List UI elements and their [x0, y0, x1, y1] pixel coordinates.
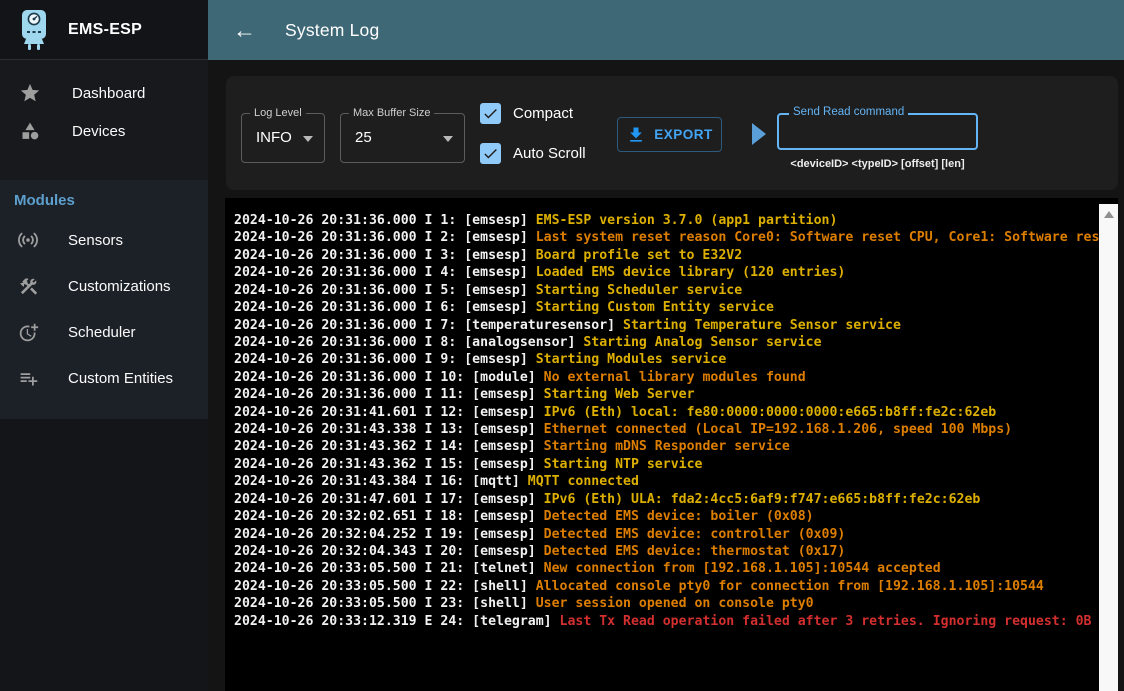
sidebar-nav-top: Dashboard Devices [0, 60, 208, 180]
log-line: 2024-10-26 20:31:43.384 I 16: [mqtt] MQT… [234, 473, 1118, 490]
sidebar-item-label: Scheduler [68, 324, 136, 341]
log-level-value: INFO [256, 129, 292, 146]
modules-section-title: Modules [0, 188, 208, 217]
compact-row: Compact [480, 103, 573, 124]
app-root: EMS-ESP Dashboard Devices Modules [0, 0, 1124, 691]
log-line: 2024-10-26 20:31:36.000 I 3: [emsesp] Bo… [234, 247, 1118, 264]
log-level-select[interactable]: Log Level INFO [241, 113, 325, 163]
send-read-helper: <deviceID> <typeID> [offset] [len] [771, 158, 984, 170]
sidebar-item-label: Dashboard [72, 85, 145, 102]
chevron-down-icon [303, 136, 313, 142]
star-icon [18, 82, 42, 104]
clock-plus-icon [15, 322, 41, 343]
app-title: EMS-ESP [68, 21, 142, 39]
log-line: 2024-10-26 20:32:04.343 I 20: [emsesp] D… [234, 543, 1118, 560]
log-line: 2024-10-26 20:31:43.362 I 15: [emsesp] S… [234, 456, 1118, 473]
log-line: 2024-10-26 20:31:47.601 I 17: [emsesp] I… [234, 491, 1118, 508]
sidebar-item-devices[interactable]: Devices [0, 112, 208, 150]
tools-icon [15, 276, 41, 297]
sidebar-item-customizations[interactable]: Customizations [0, 263, 208, 309]
max-buffer-value: 25 [355, 129, 372, 146]
log-line: 2024-10-26 20:31:36.000 I 8: [analogsens… [234, 334, 1118, 351]
download-icon [626, 125, 646, 145]
sidebar-item-scheduler[interactable]: Scheduler [0, 309, 208, 355]
sidebar-item-custom-entities[interactable]: Custom Entities [0, 355, 208, 401]
log-line: 2024-10-26 20:31:36.000 I 9: [emsesp] St… [234, 351, 1118, 368]
send-read-field: Send Read command [777, 113, 978, 150]
log-line: 2024-10-26 20:32:04.252 I 19: [emsesp] D… [234, 526, 1118, 543]
check-icon [482, 145, 499, 162]
log-line: 2024-10-26 20:31:36.000 I 10: [module] N… [234, 369, 1118, 386]
play-icon [752, 123, 766, 145]
sidebar-item-dashboard[interactable]: Dashboard [0, 74, 208, 112]
export-button[interactable]: EXPORT [617, 117, 722, 152]
auto-scroll-row: Auto Scroll [480, 143, 586, 164]
sidebar: EMS-ESP Dashboard Devices Modules [0, 0, 208, 691]
scroll-up-icon[interactable] [1104, 211, 1114, 218]
sidebar-item-label: Customizations [68, 278, 171, 295]
export-label: EXPORT [654, 127, 713, 142]
auto-scroll-label[interactable]: Auto Scroll [513, 145, 586, 162]
log-line: 2024-10-26 20:33:12.319 E 24: [telegram]… [234, 613, 1118, 630]
log-line: 2024-10-26 20:33:05.500 I 21: [telnet] N… [234, 560, 1118, 577]
max-buffer-select[interactable]: Max Buffer Size 25 [340, 113, 465, 163]
log-scrollbar[interactable] [1099, 204, 1118, 691]
sidebar-modules-section: Modules Sensors Customization [0, 180, 208, 419]
log-line: 2024-10-26 20:31:36.000 I 7: [temperatur… [234, 317, 1118, 334]
log-line: 2024-10-26 20:31:36.000 I 6: [emsesp] St… [234, 299, 1118, 316]
auto-scroll-checkbox[interactable] [480, 143, 501, 164]
playlist-add-icon [15, 368, 41, 389]
log-line: 2024-10-26 20:31:36.000 I 1: [emsesp] EM… [234, 212, 1118, 229]
log-line: 2024-10-26 20:31:43.338 I 13: [emsesp] E… [234, 421, 1118, 438]
sidebar-item-label: Custom Entities [68, 370, 173, 387]
log-line: 2024-10-26 20:33:05.500 I 23: [shell] Us… [234, 595, 1118, 612]
send-command-button[interactable] [752, 123, 768, 145]
sidebar-item-label: Sensors [68, 232, 123, 249]
log-level-label: Log Level [250, 107, 306, 119]
log-line: 2024-10-26 20:31:36.000 I 2: [emsesp] La… [234, 229, 1118, 246]
log-line: 2024-10-26 20:31:43.362 I 14: [emsesp] S… [234, 438, 1118, 455]
log-line: 2024-10-26 20:31:41.601 I 12: [emsesp] I… [234, 404, 1118, 421]
page-title: System Log [285, 20, 379, 41]
check-icon [482, 105, 499, 122]
log-console[interactable]: 2024-10-26 20:31:36.000 I 1: [emsesp] EM… [225, 198, 1118, 691]
chevron-down-icon [443, 136, 453, 142]
back-arrow-icon[interactable]: ← [233, 19, 256, 42]
log-line: 2024-10-26 20:31:36.000 I 4: [emsesp] Lo… [234, 264, 1118, 281]
log-line: 2024-10-26 20:31:36.000 I 11: [emsesp] S… [234, 386, 1118, 403]
boiler-logo-icon [16, 8, 52, 52]
send-read-label: Send Read command [789, 106, 908, 118]
log-line: 2024-10-26 20:33:05.500 I 22: [shell] Al… [234, 578, 1118, 595]
sidebar-item-label: Devices [72, 123, 125, 140]
log-line: 2024-10-26 20:32:02.651 I 18: [emsesp] D… [234, 508, 1118, 525]
header-bar: ← System Log [208, 0, 1124, 60]
compact-label[interactable]: Compact [513, 105, 573, 122]
compact-checkbox[interactable] [480, 103, 501, 124]
sidebar-item-sensors[interactable]: Sensors [0, 217, 208, 263]
max-buffer-label: Max Buffer Size [349, 107, 434, 119]
log-controls-panel: Log Level INFO Max Buffer Size 25 Compac… [226, 76, 1118, 190]
category-icon [18, 121, 42, 141]
send-read-input[interactable] [779, 115, 976, 148]
log-line: 2024-10-26 20:31:36.000 I 5: [emsesp] St… [234, 282, 1118, 299]
sensors-icon [15, 228, 41, 252]
app-logo-row: EMS-ESP [0, 0, 208, 60]
